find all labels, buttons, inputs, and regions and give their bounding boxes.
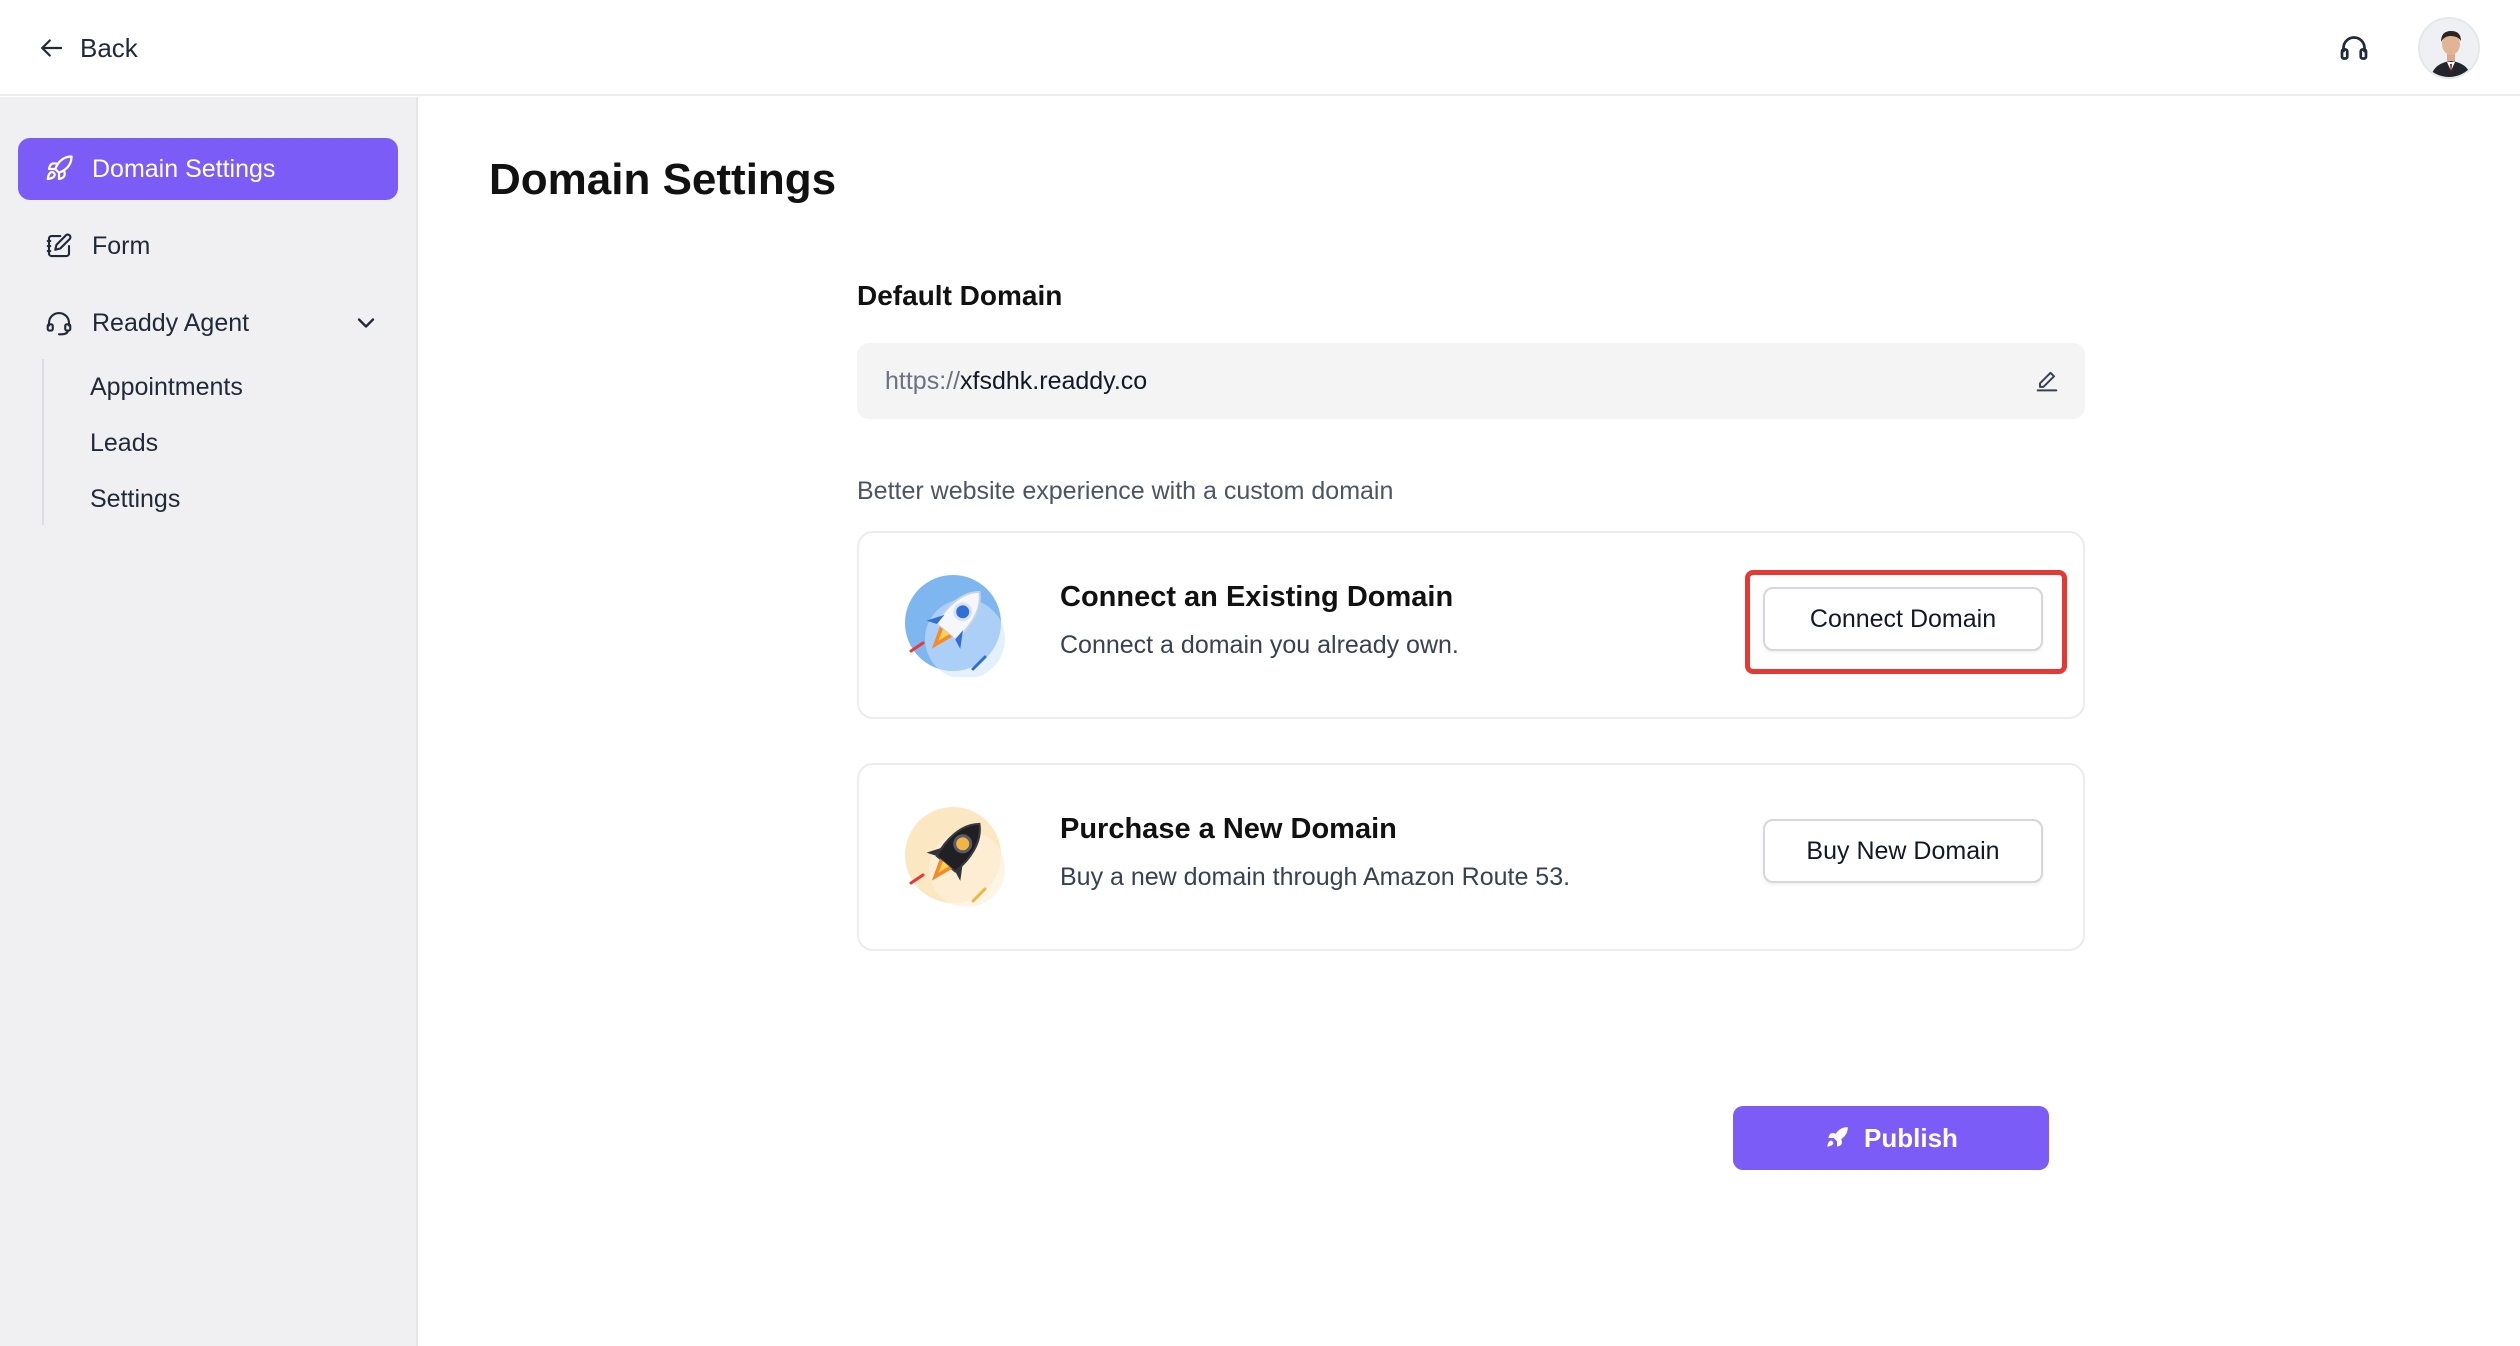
connect-domain-button[interactable]: Connect Domain [1763, 587, 2043, 651]
arrow-left-icon [41, 39, 63, 57]
sidebar-item-label: Domain Settings [92, 154, 276, 183]
card-description: Buy a new domain through Amazon Route 53… [1060, 863, 1571, 891]
rocket-icon [46, 155, 73, 181]
agent-headset-icon [46, 311, 72, 336]
buy-new-domain-button[interactable]: Buy New Domain [1763, 819, 2043, 883]
sidebar: Domain Settings Form Readdy Agent Appoin… [0, 97, 418, 1346]
custom-domain-hint: Better website experience with a custom … [857, 477, 1394, 505]
back-button[interactable]: Back [36, 26, 138, 70]
publish-label: Publish [1864, 1122, 1958, 1153]
sidebar-subitem-appointments[interactable]: Appointments [90, 373, 243, 402]
sidebar-item-label: Readdy Agent [92, 308, 250, 337]
sidebar-subitem-leads[interactable]: Leads [90, 429, 158, 458]
sidebar-item-form[interactable]: Form [18, 215, 398, 277]
default-domain-label: Default Domain [857, 280, 1063, 311]
card-description: Connect a domain you already own. [1060, 631, 1459, 659]
connect-domain-card: Connect an Existing Domain Connect a dom… [857, 531, 2085, 719]
chevron-down-icon[interactable] [352, 309, 380, 337]
black-rocket-icon [905, 807, 1005, 907]
form-edit-icon [46, 233, 72, 258]
page-title: Domain Settings [489, 155, 837, 204]
back-label: Back [80, 32, 138, 63]
publish-button[interactable]: Publish [1733, 1106, 2049, 1170]
default-domain-field: https://xfsdhk.readdy.co [857, 343, 2085, 419]
sidebar-subitem-settings[interactable]: Settings [90, 485, 180, 514]
card-title: Connect an Existing Domain [1060, 581, 1454, 613]
top-bar: Back [0, 0, 2520, 96]
sidebar-item-readdy-agent[interactable]: Readdy Agent [18, 292, 398, 354]
headset-icon[interactable] [2336, 30, 2372, 66]
purchase-domain-card: Purchase a New Domain Buy a new domain t… [857, 763, 2085, 951]
user-avatar[interactable] [2418, 17, 2480, 79]
domain-host: xfsdhk.readdy.co [960, 366, 1148, 395]
main-content: Domain Settings Default Domain https://x… [420, 97, 2520, 1346]
card-title: Purchase a New Domain [1060, 813, 1397, 845]
sidebar-item-label: Form [92, 231, 151, 260]
sidebar-item-domain-settings[interactable]: Domain Settings [18, 138, 398, 200]
blue-rocket-icon [905, 575, 1005, 677]
avatar-portrait-icon [2420, 19, 2478, 77]
pencil-edit-icon[interactable] [2033, 367, 2061, 395]
domain-protocol: https:// [885, 366, 961, 395]
rocket-icon [1827, 1127, 1848, 1147]
